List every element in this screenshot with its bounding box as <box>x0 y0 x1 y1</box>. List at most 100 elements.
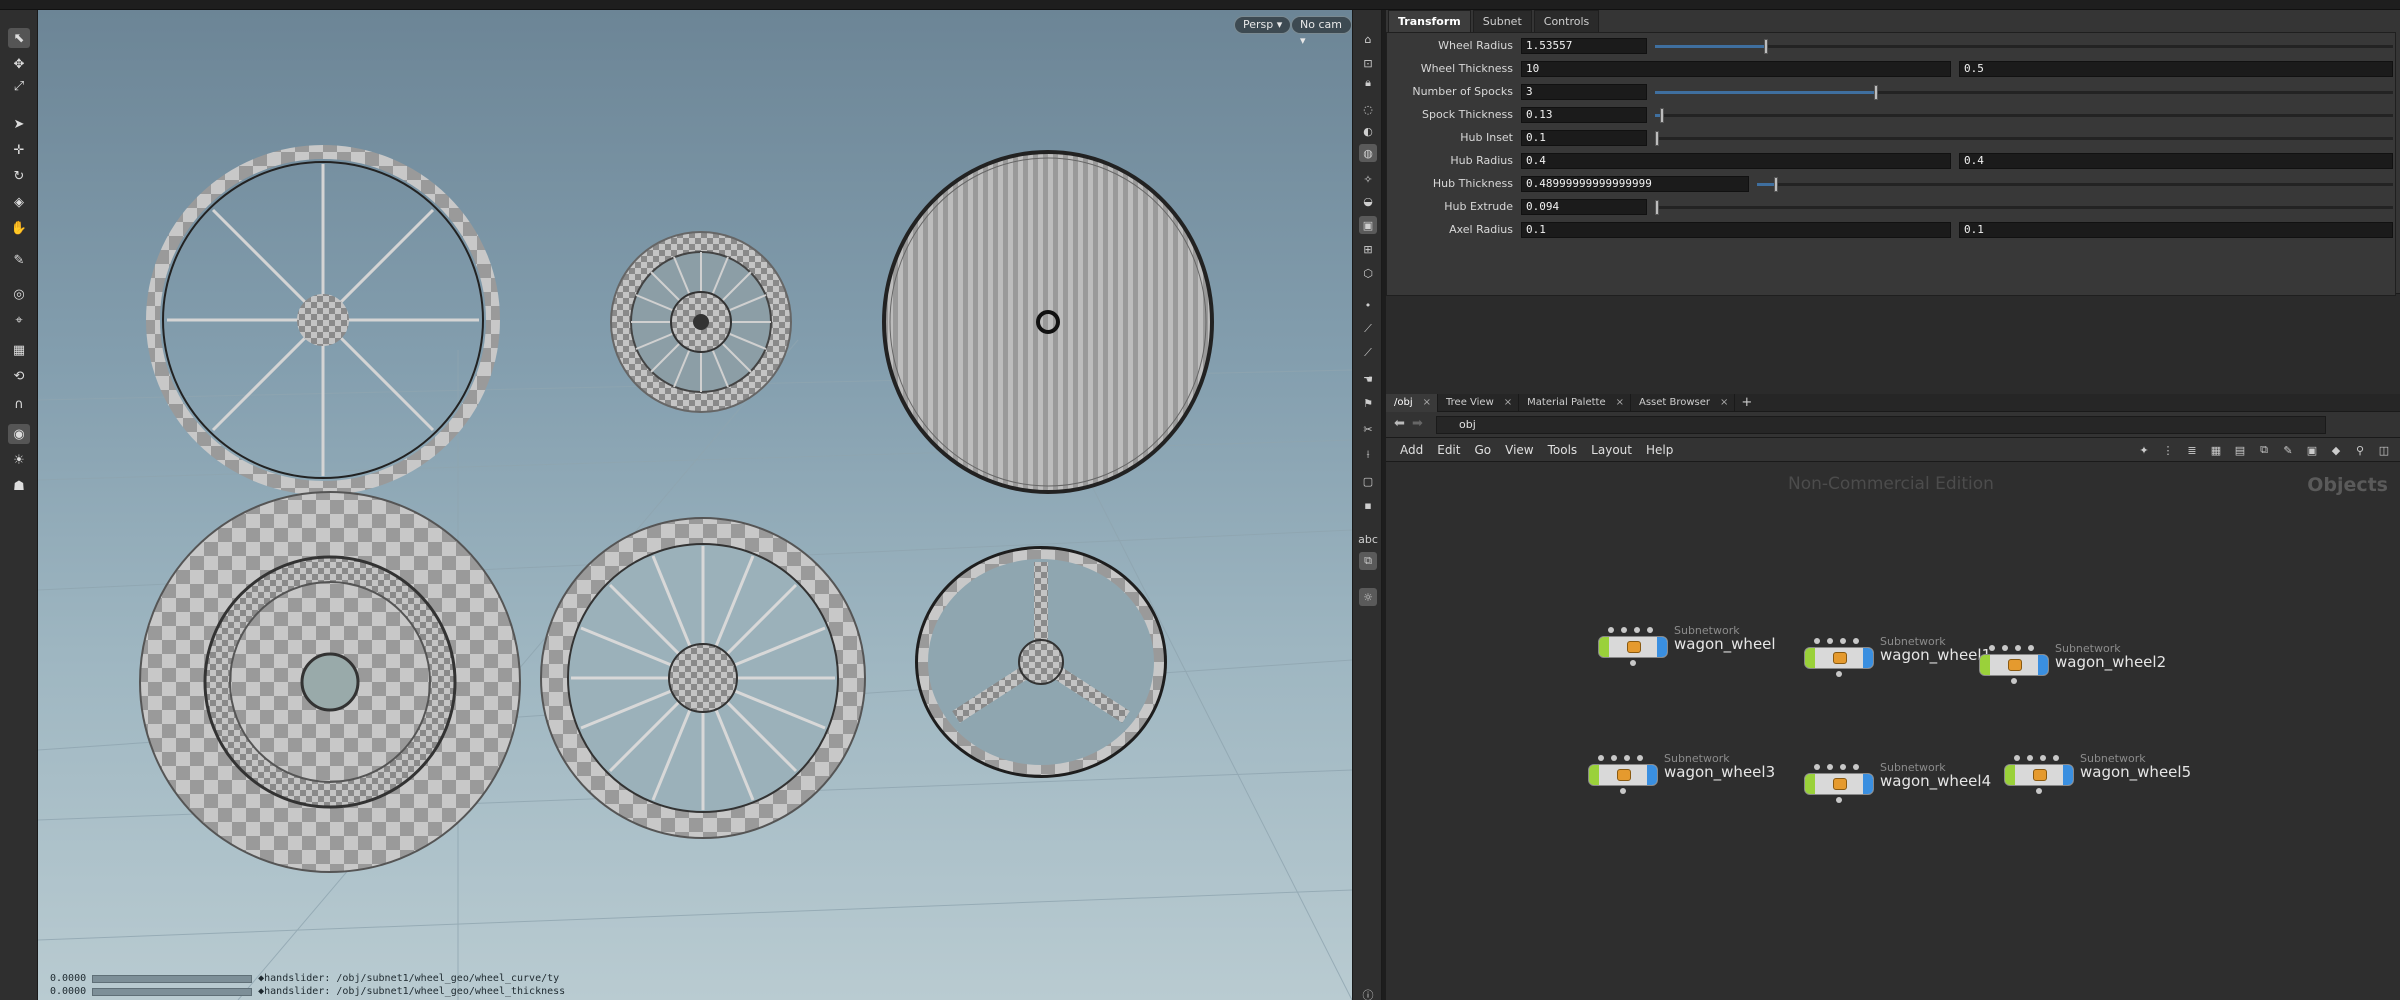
abc-icon[interactable]: abc <box>1358 530 1378 548</box>
wireframe-icon[interactable]: ◌ <box>1359 100 1377 118</box>
menu-view[interactable]: View <box>1505 443 1533 457</box>
node-name[interactable]: wagon_wheel <box>1674 635 1776 653</box>
light-bulb-icon[interactable]: ✧ <box>1359 170 1377 188</box>
normal-icon[interactable]: ⟋ <box>1359 320 1377 338</box>
home-icon[interactable]: ⊡ <box>1359 54 1377 72</box>
close-icon[interactable]: × <box>1720 394 1728 412</box>
node-wagon-wheel3[interactable]: Subnetwork wagon_wheel3 <box>1588 752 1828 796</box>
shape-icon[interactable]: ⬡ <box>1359 264 1377 282</box>
menu-help[interactable]: Help <box>1646 443 1673 457</box>
square-icon[interactable]: ▪ <box>1359 496 1377 514</box>
wheel-radius-field[interactable]: 1.53557 <box>1521 38 1647 54</box>
grid-view-icon[interactable]: ▦ <box>2208 442 2224 458</box>
rotate-icon[interactable]: ↻ <box>8 166 30 186</box>
menu-add[interactable]: Add <box>1400 443 1423 457</box>
display-flag[interactable] <box>1805 774 1815 794</box>
output-connector[interactable] <box>2036 788 2042 794</box>
hud-slider[interactable] <box>92 987 253 996</box>
arrow-icon[interactable]: ➤ <box>8 114 30 134</box>
pin-icon[interactable]: ⌂ <box>1359 30 1377 48</box>
add-tab-button[interactable]: + <box>1735 394 1758 411</box>
input-connectors[interactable] <box>1598 755 1643 761</box>
tab-asset-browser[interactable]: Asset Browser × <box>1631 394 1736 412</box>
close-icon[interactable]: × <box>1423 394 1431 412</box>
back-arrow-icon[interactable]: ⬅ <box>1394 416 1405 431</box>
display-flag[interactable] <box>1599 637 1609 657</box>
perspective-menu-button[interactable]: Persp ▾ <box>1234 16 1292 34</box>
tab-material-palette[interactable]: Material Palette × <box>1519 394 1631 412</box>
zoom-icon[interactable]: ⚲ <box>2352 442 2368 458</box>
shading-icon[interactable]: ◐ <box>1359 122 1377 140</box>
magnet-icon[interactable]: ∩ <box>8 394 30 414</box>
view-icon[interactable]: ◎ <box>8 284 30 304</box>
render-flag[interactable] <box>2038 655 2048 675</box>
node-name[interactable]: wagon_wheel2 <box>2055 653 2166 671</box>
note-icon[interactable]: ✎ <box>2280 442 2296 458</box>
tab-subnet[interactable]: Subnet <box>1472 10 1532 32</box>
snap-icon[interactable]: ⌖ <box>8 310 30 330</box>
display-flag[interactable] <box>1805 648 1815 668</box>
network-path-field[interactable]: obj <box>1436 416 2326 434</box>
hub-inset-field[interactable]: 0.1 <box>1521 130 1647 146</box>
tab-transform[interactable]: Transform <box>1388 10 1471 32</box>
display-icon[interactable]: ◍ <box>1359 144 1377 162</box>
render-flag[interactable] <box>1647 765 1657 785</box>
handle-icon[interactable]: ◈ <box>8 192 30 212</box>
network-box-icon[interactable]: ▣ <box>2304 442 2320 458</box>
hud-slider[interactable] <box>92 974 253 983</box>
wheel-thickness-field-1[interactable]: 10 <box>1521 61 1951 77</box>
input-connectors[interactable] <box>1814 638 1859 644</box>
wrench-icon[interactable]: ✦ <box>2136 442 2152 458</box>
display-flag[interactable] <box>1589 765 1599 785</box>
node-wagon-wheel[interactable]: Subnetwork wagon_wheel <box>1598 624 1838 668</box>
display-flag[interactable] <box>2005 765 2015 785</box>
render-flag[interactable] <box>1657 637 1667 657</box>
number-of-spocks-field[interactable]: 3 <box>1521 84 1647 100</box>
spock-thickness-field[interactable]: 0.13 <box>1521 107 1647 123</box>
node-body[interactable] <box>1588 764 1658 786</box>
node-wagon-wheel2[interactable]: Subnetwork wagon_wheel2 <box>1979 642 2219 686</box>
input-connectors[interactable] <box>2014 755 2059 761</box>
wheel-thickness-field-2[interactable]: 0.5 <box>1959 61 2393 77</box>
network-canvas[interactable]: Non-Commercial Edition Objects Subnetwor… <box>1386 462 2400 1000</box>
output-connector[interactable] <box>1630 660 1636 666</box>
move-icon[interactable]: ✛ <box>8 140 30 160</box>
light-icon[interactable]: ☼ <box>1359 588 1377 606</box>
axel-radius-field-1[interactable]: 0.1 <box>1521 222 1951 238</box>
node-body[interactable] <box>1804 773 1874 795</box>
menu-tools[interactable]: Tools <box>1548 443 1578 457</box>
menu-layout[interactable]: Layout <box>1591 443 1632 457</box>
output-connector[interactable] <box>1620 788 1626 794</box>
paint-icon[interactable]: ✎ <box>8 250 30 270</box>
hub-radius-field-2[interactable]: 0.4 <box>1959 153 2393 169</box>
tab-controls[interactable]: Controls <box>1533 10 1600 32</box>
render-flag[interactable] <box>2063 765 2073 785</box>
display-flag[interactable] <box>1980 655 1990 675</box>
scene-viewport[interactable]: Persp ▾ No cam ▾ 0.0000 ◆handslider: /ob… <box>38 10 1352 1000</box>
node-name[interactable]: wagon_wheel5 <box>2080 763 2191 781</box>
input-connectors[interactable] <box>1814 764 1859 770</box>
curve-snap-icon[interactable]: ⟲ <box>8 366 30 386</box>
hub-thickness-slider[interactable] <box>1757 177 2393 192</box>
layout-icon[interactable]: ⧉ <box>2256 442 2272 458</box>
node-name[interactable]: wagon_wheel1 <box>1880 646 1991 664</box>
output-connector[interactable] <box>2011 678 2017 684</box>
grid-snap-icon[interactable]: ▦ <box>8 340 30 360</box>
forward-arrow-icon[interactable]: ➡ <box>1412 416 1423 431</box>
camera-icon[interactable]: ◉ <box>8 424 30 444</box>
render-icon[interactable]: ☗ <box>8 476 30 496</box>
input-connectors[interactable] <box>1608 627 1653 633</box>
output-connector[interactable] <box>1836 671 1842 677</box>
node-name[interactable]: wagon_wheel4 <box>1880 772 1991 790</box>
close-icon[interactable]: × <box>1616 394 1624 412</box>
menu-go[interactable]: Go <box>1474 443 1491 457</box>
hand-icon[interactable]: ☚ <box>1359 370 1377 388</box>
hub-inset-slider[interactable] <box>1655 131 2393 146</box>
hub-extrude-field[interactable]: 0.094 <box>1521 199 1647 215</box>
wheel-radius-slider[interactable] <box>1655 39 2393 54</box>
point-icon[interactable]: • <box>1359 296 1377 314</box>
axel-radius-field-2[interactable]: 0.1 <box>1959 222 2393 238</box>
screen-icon[interactable]: ⧉ <box>1359 552 1377 570</box>
render-flag[interactable] <box>1863 774 1873 794</box>
number-of-spocks-slider[interactable] <box>1655 85 2393 100</box>
